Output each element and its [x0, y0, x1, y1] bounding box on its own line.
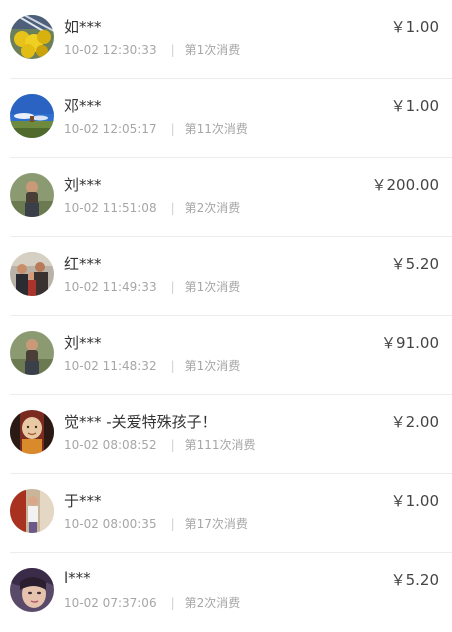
purchase-count: 第2次消费 — [184, 201, 241, 215]
purchase-count: 第1次消费 — [184, 359, 241, 373]
separator: | — [170, 280, 175, 294]
purchase-count: 第17次消费 — [184, 517, 248, 531]
record-meta: 10-02 12:30:33 | 第1次消费 — [64, 41, 240, 58]
record-time: 10-02 11:48:32 — [64, 359, 157, 373]
purchase-count: 第2次消费 — [184, 596, 241, 610]
separator: | — [170, 359, 175, 373]
woman-standing-avatar — [10, 489, 54, 533]
family-photo-avatar — [10, 252, 54, 296]
list-item[interactable]: 刘*** 10-02 11:48:32 | 第1次消费 ￥91.00 — [0, 316, 452, 395]
separator: | — [170, 201, 175, 215]
user-name: 邓*** — [64, 97, 102, 115]
amount: ￥1.00 — [390, 97, 439, 115]
amount: ￥1.00 — [390, 492, 439, 510]
yellow-flowers-avatar — [10, 15, 54, 59]
record-time: 10-02 11:51:08 — [64, 201, 157, 215]
list-item[interactable]: 于*** 10-02 08:00:35 | 第17次消费 ￥1.00 — [0, 474, 452, 553]
purchase-count: 第111次消费 — [184, 438, 256, 452]
record-meta: 10-02 11:49:33 | 第1次消费 — [64, 278, 240, 295]
list-item[interactable]: 如*** 10-02 12:30:33 | 第1次消费 ￥1.00 — [0, 0, 452, 79]
buddha-figure-avatar — [10, 410, 54, 454]
list-item[interactable]: 红*** 10-02 11:49:33 | 第1次消费 ￥5.20 — [0, 237, 452, 316]
record-meta: 10-02 11:51:08 | 第2次消费 — [64, 199, 240, 216]
record-time: 10-02 12:05:17 — [64, 122, 157, 136]
man-portrait-avatar — [10, 173, 54, 217]
record-meta: 10-02 07:37:06 | 第2次消费 — [64, 594, 240, 611]
amount: ￥91.00 — [381, 334, 439, 352]
user-name: 刘*** — [64, 334, 102, 352]
record-time: 10-02 08:08:52 — [64, 438, 157, 452]
list-item[interactable]: 邓*** 10-02 12:05:17 | 第11次消费 ￥1.00 — [0, 79, 452, 158]
record-time: 10-02 12:30:33 — [64, 43, 157, 57]
purchase-count: 第1次消费 — [184, 43, 241, 57]
consumption-record-list: 如*** 10-02 12:30:33 | 第1次消费 ￥1.00 邓*** 10-… — [0, 0, 452, 624]
list-item[interactable]: 刘*** 10-02 11:51:08 | 第2次消费 ￥200.00 — [0, 158, 452, 237]
separator: | — [170, 43, 175, 57]
purchase-count: 第1次消费 — [184, 280, 241, 294]
amount: ￥5.20 — [390, 255, 439, 273]
separator: | — [170, 596, 175, 610]
amount: ￥200.00 — [371, 176, 440, 194]
user-name: 如*** — [64, 18, 102, 36]
record-meta: 10-02 08:00:35 | 第17次消费 — [64, 515, 248, 532]
record-time: 10-02 11:49:33 — [64, 280, 157, 294]
purchase-count: 第11次消费 — [184, 122, 248, 136]
list-item[interactable]: 觉*** -关爱特殊孩子！ 10-02 08:08:52 | 第111次消费 ￥2.… — [0, 395, 452, 474]
amount: ￥2.00 — [390, 413, 439, 431]
user-name: 觉*** -关爱特殊孩子！ — [64, 413, 217, 431]
record-meta: 10-02 11:48:32 | 第1次消费 — [64, 357, 240, 374]
man-portrait-avatar — [10, 331, 54, 375]
separator: | — [170, 122, 175, 136]
user-name: 刘*** — [64, 176, 102, 194]
list-item[interactable]: l*** 10-02 07:37:06 | 第2次消费 ￥5.20 — [0, 553, 452, 632]
blue-sky-landscape-avatar — [10, 94, 54, 138]
separator: | — [170, 438, 175, 452]
user-name: l*** — [64, 569, 91, 587]
user-name: 于*** — [64, 492, 102, 510]
amount: ￥1.00 — [390, 18, 439, 36]
amount: ￥5.20 — [390, 571, 439, 589]
record-meta: 10-02 12:05:17 | 第11次消费 — [64, 120, 248, 137]
record-meta: 10-02 08:08:52 | 第111次消费 — [64, 436, 256, 453]
record-time: 10-02 07:37:06 — [64, 596, 157, 610]
user-name: 红*** — [64, 255, 102, 273]
separator: | — [170, 517, 175, 531]
record-time: 10-02 08:00:35 — [64, 517, 157, 531]
woman-closeup-avatar — [10, 568, 54, 612]
